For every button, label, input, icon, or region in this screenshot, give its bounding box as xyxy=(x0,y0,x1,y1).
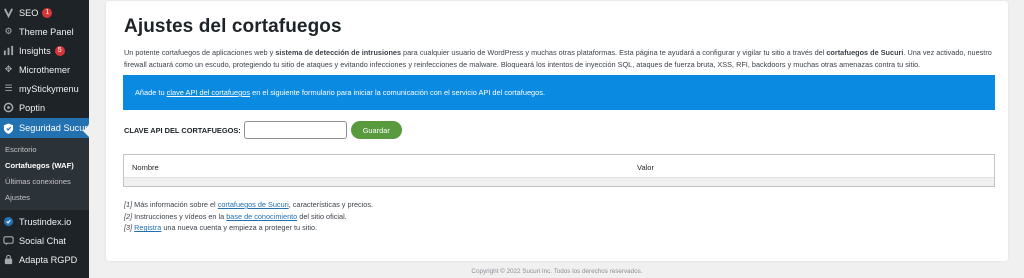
gdpr-icon xyxy=(3,254,14,265)
sticky-menu-icon: ☰ xyxy=(4,83,13,93)
shield-icon xyxy=(3,122,14,134)
sidebar-item-label: SEO xyxy=(19,7,39,18)
notice-text: Añade tu xyxy=(135,88,167,97)
trustindex-icon xyxy=(3,216,14,227)
intro-bold-text: sistema de detección de intrusiones xyxy=(275,48,402,57)
admin-sidebar: SEO 1 ⚙ Theme Panel Insights 5 ✥ Microth… xyxy=(0,0,89,278)
sidebar-item-adapta-rgpd[interactable]: Adapta RGPD xyxy=(0,250,89,269)
sidebar-item-microthemer[interactable]: ✥ Microthemer xyxy=(0,60,89,79)
sucuri-firewall-link[interactable]: cortafuegos de Sucuri xyxy=(218,200,289,209)
column-header-valor: Valor xyxy=(637,162,654,172)
sidebar-item-social-chat[interactable]: Social Chat xyxy=(0,231,89,250)
api-key-notice: Añade tu clave API del cortafuegos en el… xyxy=(123,75,995,110)
notice-text: en el siguiente formulario para iniciar … xyxy=(250,88,546,97)
footnote-number: [1] xyxy=(124,200,133,209)
seo-icon xyxy=(3,7,14,18)
footnote-text: una nueva cuenta y empieza a proteger tu… xyxy=(161,223,318,233)
sidebar-item-label: myStickymenu xyxy=(19,83,79,94)
sidebar-item-label: Trustindex.io xyxy=(19,216,72,227)
table-header-row: Nombre Valor xyxy=(124,155,994,179)
intro-paragraph: Un potente cortafuegos de aplicaciones w… xyxy=(124,47,998,70)
gear-icon: ⚙ xyxy=(4,26,13,36)
active-menu-arrow xyxy=(83,125,89,137)
sidebar-item-mystickymenu[interactable]: ☰ myStickymenu xyxy=(0,79,89,98)
page-title: Ajustes del cortafuegos xyxy=(124,16,342,37)
sidebar-item-insights[interactable]: Insights 5 xyxy=(0,41,89,60)
sidebar-item-label: Theme Panel xyxy=(19,26,74,37)
copyright-footer: Copyright © 2022 Sucuri Inc. Todos los d… xyxy=(471,268,643,275)
sidebar-item-trustindex[interactable]: Trustindex.io xyxy=(0,212,89,231)
sidebar-item-seguridad-sucuri[interactable]: Seguridad Sucuri xyxy=(0,118,89,138)
footnote-text: Instrucciones y vídeos en la xyxy=(132,211,227,221)
sidebar-item-label: Poptin xyxy=(19,102,46,113)
microthemer-icon: ✥ xyxy=(4,64,13,74)
footnote-text: , características y precios. xyxy=(288,200,374,209)
footnote-text: Más información sobre el xyxy=(132,200,218,209)
insights-icon xyxy=(3,45,14,56)
column-header-nombre: Nombre xyxy=(132,162,159,172)
submenu-item-ultimas-conexiones[interactable]: Últimas conexiones xyxy=(0,174,89,190)
knowledge-base-link[interactable]: base de conocimiento xyxy=(226,212,297,221)
sucuri-submenu: Escritorio Cortafuegos (WAF) Últimas con… xyxy=(0,138,89,210)
footnote-3: [3] Registra una nueva cuenta y empieza … xyxy=(124,222,373,234)
footnotes: [1] Más información sobre el cortafuegos… xyxy=(124,199,373,234)
footnote-number: [2] xyxy=(124,211,133,221)
intro-bold-text: cortafuegos de Sucuri xyxy=(826,48,904,57)
notification-badge: 1 xyxy=(42,7,53,18)
chat-icon xyxy=(3,235,14,246)
table-footer-row xyxy=(124,177,994,186)
save-button[interactable]: Guardar xyxy=(350,121,402,139)
sidebar-item-label: Microthemer xyxy=(19,64,71,75)
notification-badge: 5 xyxy=(54,45,65,56)
sidebar-item-label: Adapta RGPD xyxy=(19,254,78,265)
register-link[interactable]: Registra xyxy=(134,223,161,232)
settings-table: Nombre Valor xyxy=(123,154,995,187)
firewall-settings-card: Ajustes del cortafuegos Un potente corta… xyxy=(106,1,1008,261)
intro-text: Un potente cortafuegos de aplicaciones w… xyxy=(124,48,276,57)
poptin-icon xyxy=(3,102,14,113)
sidebar-item-seo[interactable]: SEO 1 xyxy=(0,3,89,22)
intro-text: para cualquier usuario de WordPress y mu… xyxy=(401,48,827,57)
sidebar-item-label: Insights xyxy=(19,45,51,56)
submenu-item-cortafuegos[interactable]: Cortafuegos (WAF) xyxy=(0,158,89,174)
footnote-text: del sitio oficial. xyxy=(297,211,347,221)
footnote-2: [2] Instrucciones y vídeos en la base de… xyxy=(124,211,373,223)
api-key-link[interactable]: clave API del cortafuegos xyxy=(167,88,250,97)
submenu-item-escritorio[interactable]: Escritorio xyxy=(0,142,89,158)
sidebar-item-label: Seguridad Sucuri xyxy=(19,123,90,133)
api-key-label: CLAVE API DEL CORTAFUEGOS: xyxy=(124,125,241,135)
sidebar-item-poptin[interactable]: Poptin xyxy=(0,98,89,117)
api-key-form: CLAVE API DEL CORTAFUEGOS: Guardar xyxy=(124,121,402,139)
footnote-number: [3] xyxy=(124,223,133,233)
sidebar-item-theme-panel[interactable]: ⚙ Theme Panel xyxy=(0,22,89,41)
footnote-1: [1] Más información sobre el cortafuegos… xyxy=(124,199,373,211)
sidebar-item-label: Social Chat xyxy=(19,235,66,246)
api-key-input[interactable] xyxy=(243,121,347,139)
submenu-item-ajustes[interactable]: Ajustes xyxy=(0,190,89,206)
